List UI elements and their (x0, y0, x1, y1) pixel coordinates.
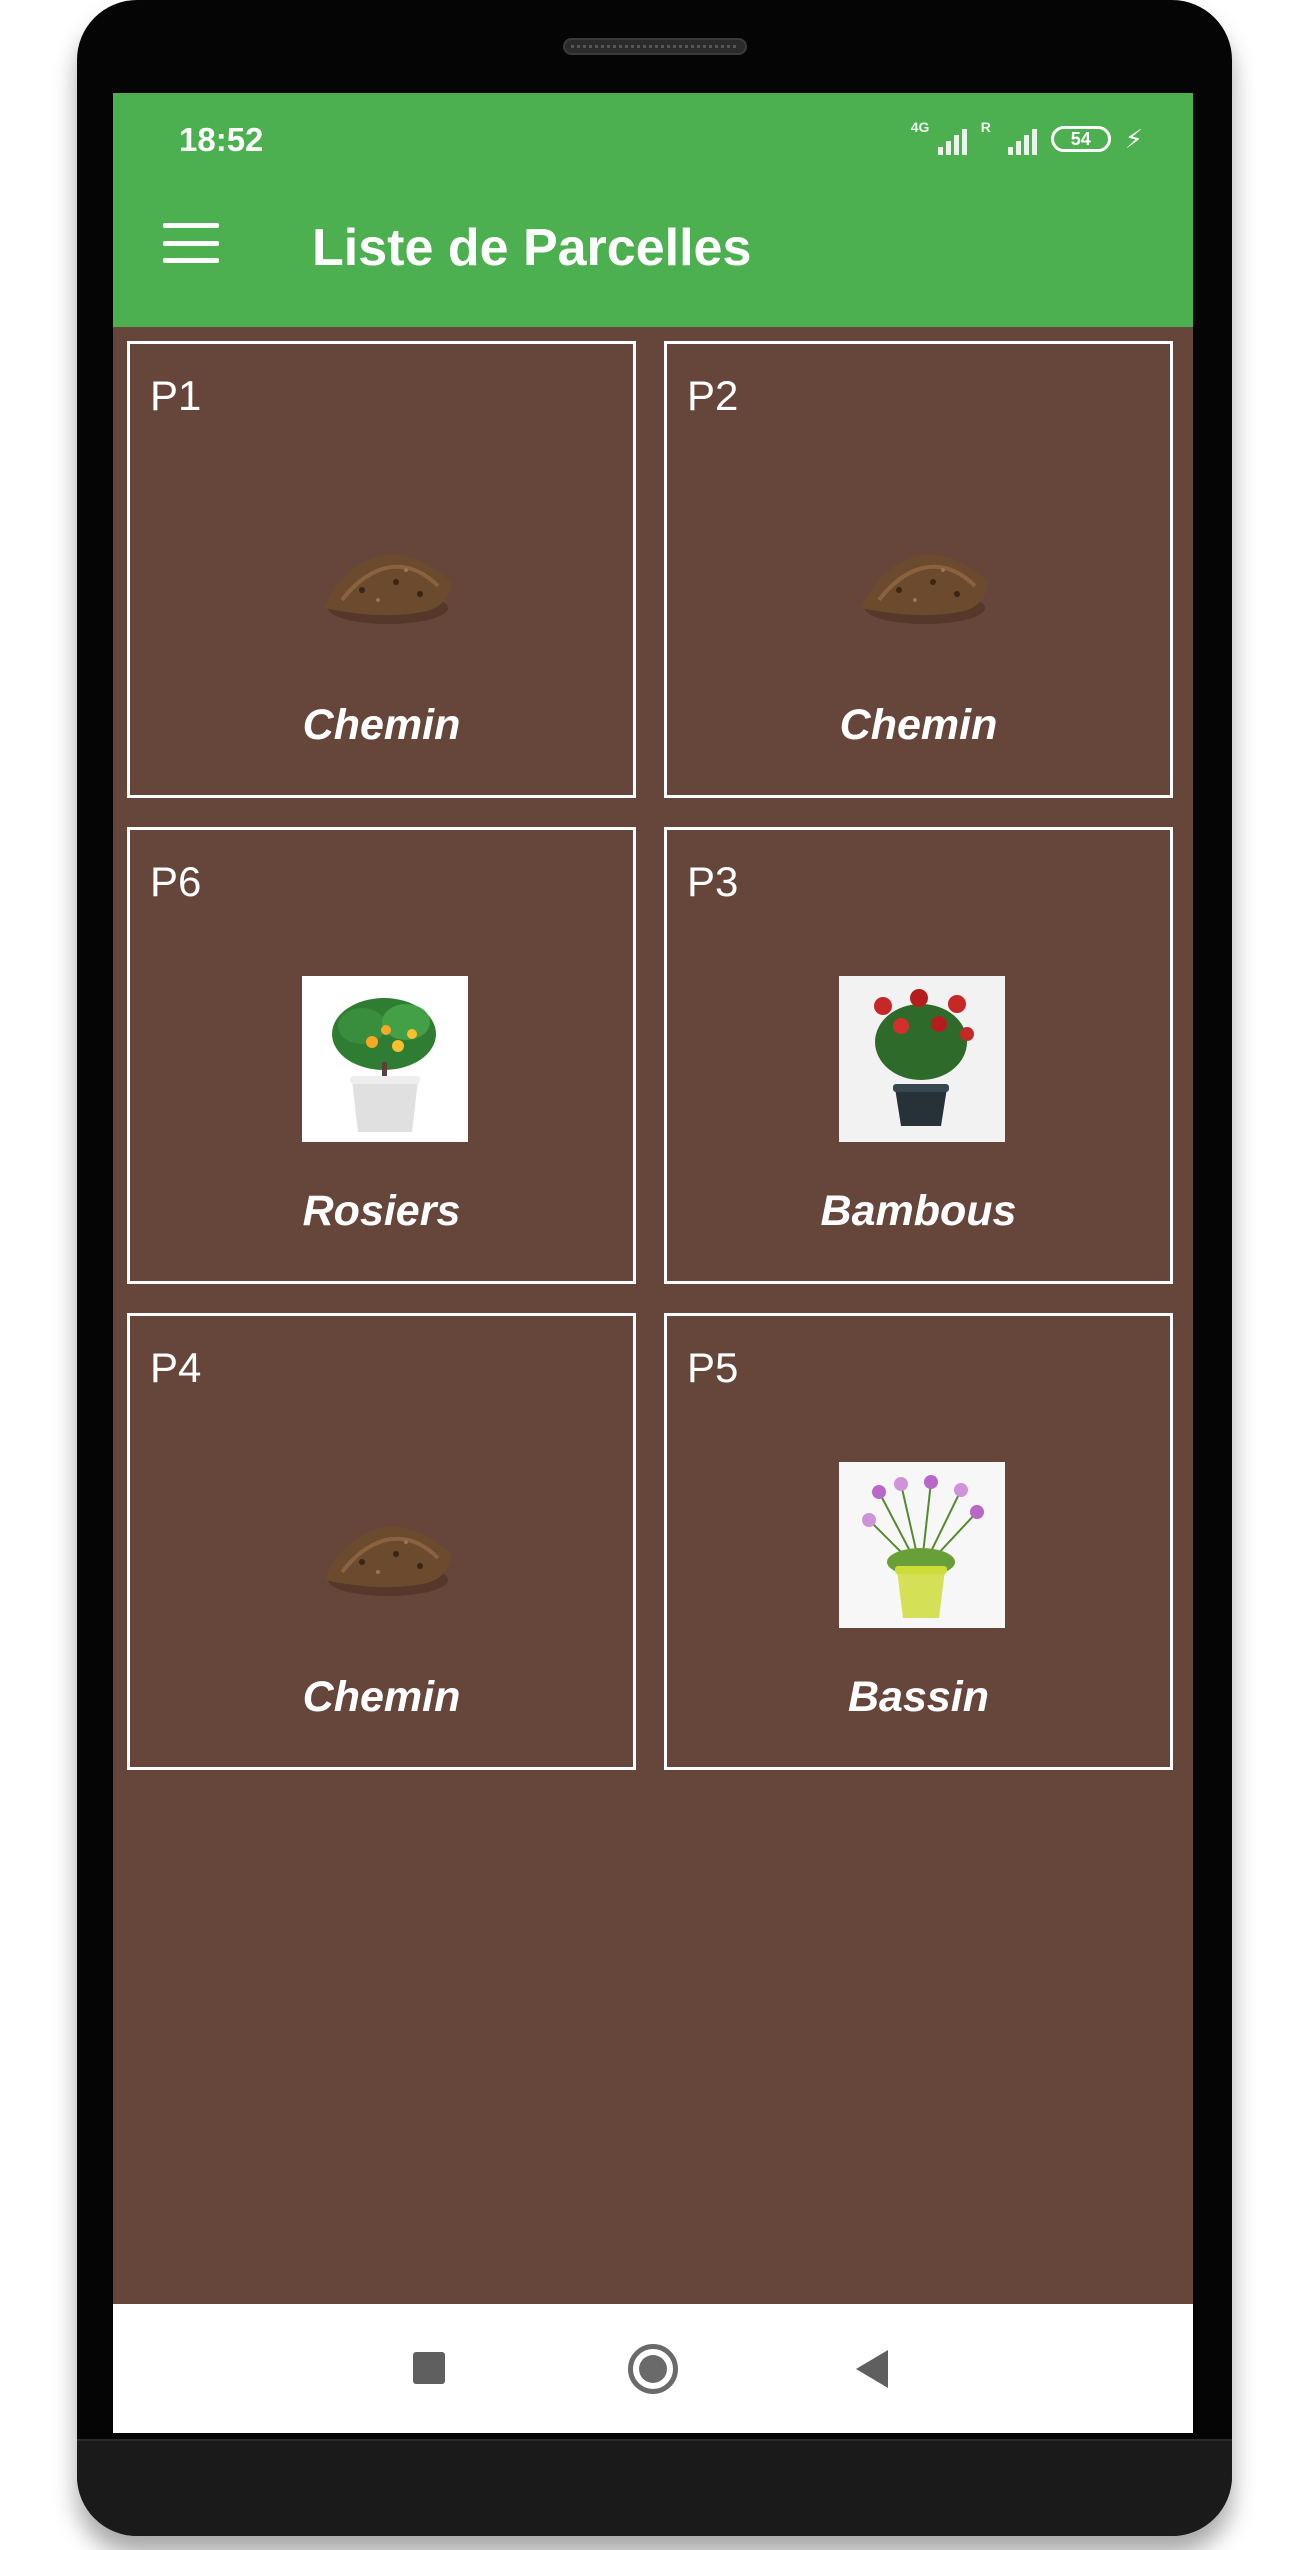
hamburger-menu-icon[interactable] (163, 223, 219, 263)
back-triangle-icon[interactable] (856, 2350, 888, 2388)
signal-roaming-icon: R (981, 119, 1037, 155)
parcel-card[interactable]: P2 Chemin (664, 341, 1173, 798)
potted-purple-flowers-image (839, 1462, 1005, 1628)
battery-level: 54 (1070, 128, 1091, 149)
signal-4g-icon: 4G (911, 119, 967, 155)
home-circle-icon[interactable] (628, 2344, 678, 2394)
system-nav-bar (113, 2304, 1193, 2433)
parcel-id: P5 (687, 1344, 739, 1391)
roaming-label: R (980, 119, 991, 135)
potted-red-roses-image (839, 976, 1005, 1142)
network-type-label: 4G (910, 119, 930, 135)
parcel-id: P4 (150, 1344, 202, 1391)
parcel-card[interactable]: P1 Chemin (127, 341, 636, 798)
parcel-id: P2 (687, 372, 739, 419)
parcel-id: P6 (150, 858, 202, 905)
recents-square-icon[interactable] (413, 2352, 445, 2384)
status-icons: 4G R 54 ⚡ (911, 119, 1143, 155)
screen: 18:52 4G R 54 ⚡ Liste de Parcelles P1 Ch… (113, 93, 1193, 2433)
potted-citrus-tree-image (302, 976, 468, 1142)
app-bar: 18:52 4G R 54 ⚡ Liste de Parcelles (113, 93, 1193, 327)
soil-pile-image (302, 1462, 468, 1628)
earpiece-speaker (563, 38, 747, 55)
soil-pile-image (302, 490, 468, 656)
parcel-id: P3 (687, 858, 739, 905)
soil-pile-image (839, 490, 1005, 656)
parcel-name: Chemin (302, 701, 461, 749)
parcel-card[interactable]: P6 Rosiers (127, 827, 636, 1284)
parcel-id: P1 (150, 372, 202, 419)
parcel-name: Bassin (847, 1673, 989, 1721)
page-title: Liste de Parcelles (312, 219, 752, 277)
status-time: 18:52 (179, 121, 264, 158)
parcel-card[interactable]: P3 Bambous (664, 827, 1173, 1284)
charging-bolt-icon: ⚡ (1124, 124, 1143, 154)
parcel-name: Rosiers (302, 1187, 461, 1235)
battery-icon: 54 (1050, 126, 1111, 152)
parcel-card[interactable]: P4 Chemin (127, 1313, 636, 1770)
parcel-name: Chemin (302, 1673, 461, 1721)
parcel-name: Chemin (839, 701, 998, 749)
phone-chin (77, 2439, 1232, 2536)
parcel-card[interactable]: P5 Bassin (664, 1313, 1173, 1770)
parcel-name: Bambous (820, 1187, 1017, 1235)
